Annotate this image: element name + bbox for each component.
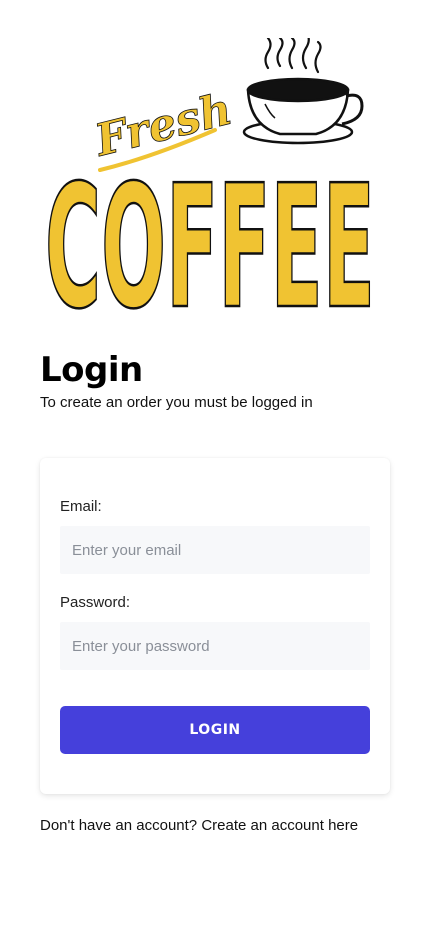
- page-subtitle: To create an order you must be logged in: [40, 394, 313, 411]
- login-page: Fresh COFFEE Login To create an order yo…: [0, 0, 430, 932]
- email-label: Email:: [60, 498, 102, 515]
- steam-icon: [264, 38, 322, 74]
- signup-prompt-text: Don't have an account?: [40, 817, 198, 834]
- logo-main-text: COFFEE: [45, 149, 375, 314]
- password-field[interactable]: [60, 622, 370, 670]
- login-button[interactable]: LOGIN: [60, 706, 370, 754]
- password-label: Password:: [60, 594, 131, 611]
- coffee-cup-icon: [242, 77, 364, 145]
- email-field[interactable]: [60, 526, 370, 574]
- login-form-card: Email: Password: LOGIN: [40, 458, 390, 794]
- fresh-coffee-logo: Fresh COFFEE: [40, 38, 390, 314]
- create-account-link[interactable]: Create an account here: [201, 817, 358, 834]
- signup-prompt: Don't have an account? Create an account…: [40, 817, 358, 834]
- page-title: Login: [40, 350, 143, 390]
